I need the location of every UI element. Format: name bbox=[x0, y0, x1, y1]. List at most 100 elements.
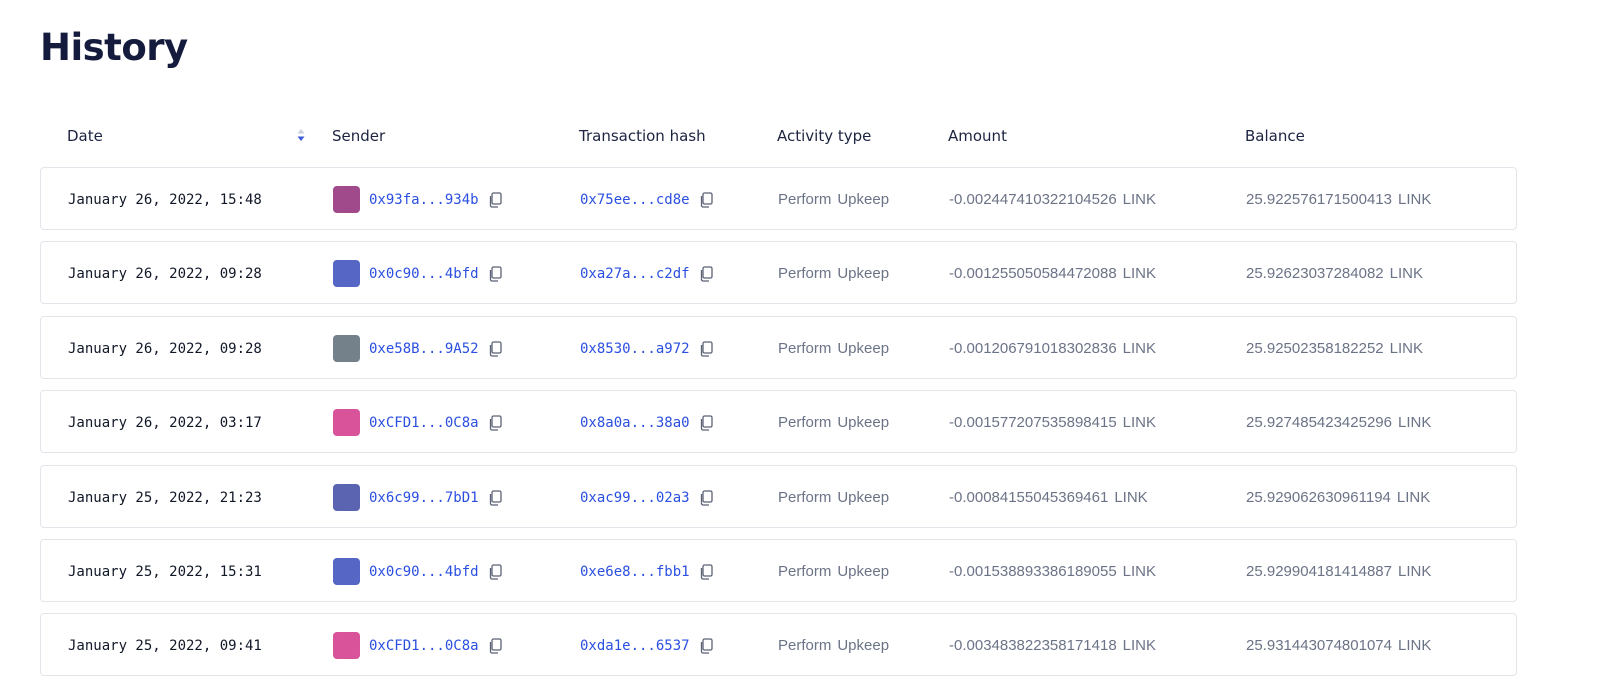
sender-cell: 0x6c99...7bD1 bbox=[333, 466, 502, 529]
amount-unit: LINK bbox=[1122, 414, 1157, 431]
copy-icon[interactable] bbox=[699, 265, 713, 282]
amount-value: -0.00084155045369461 bbox=[949, 489, 1109, 506]
sender-cell: 0x0c90...4bfd bbox=[333, 540, 502, 603]
copy-icon[interactable] bbox=[488, 414, 502, 431]
balance-value: 25.92502358182252 bbox=[1246, 340, 1384, 357]
amount-cell: -0.001538893386189055 LINK bbox=[949, 540, 1156, 603]
activity-type-word: Upkeep bbox=[837, 340, 890, 357]
sender-avatar bbox=[333, 409, 360, 436]
balance-cell: 25.92623037284082 LINK bbox=[1246, 242, 1423, 305]
table-row[interactable]: January 26, 2022, 15:48 0x93fa...934b 0x… bbox=[40, 167, 1517, 230]
page-title: History bbox=[40, 26, 188, 69]
transaction-hash-link[interactable]: 0xda1e...6537 bbox=[580, 638, 690, 654]
activity-type-cell: Perform Upkeep bbox=[778, 540, 889, 603]
transaction-hash-link[interactable]: 0x8a0a...38a0 bbox=[580, 415, 690, 431]
amount-unit: LINK bbox=[1114, 489, 1148, 506]
copy-icon[interactable] bbox=[488, 191, 502, 208]
copy-icon[interactable] bbox=[699, 637, 713, 654]
amount-unit: LINK bbox=[1122, 340, 1157, 357]
copy-icon[interactable] bbox=[488, 489, 502, 506]
activity-type-word: Perform bbox=[778, 637, 832, 654]
amount-value: -0.003483822358171418 bbox=[949, 637, 1117, 654]
balance-value: 25.922576171500413 bbox=[1246, 191, 1392, 208]
activity-type-cell: Perform Upkeep bbox=[778, 391, 889, 454]
copy-icon[interactable] bbox=[488, 637, 502, 654]
transaction-hash-link[interactable]: 0xa27a...c2df bbox=[580, 266, 690, 282]
sender-address-link[interactable]: 0x6c99...7bD1 bbox=[369, 490, 479, 506]
balance-cell: 25.92502358182252 LINK bbox=[1246, 317, 1423, 380]
amount-cell: -0.003483822358171418 LINK bbox=[949, 614, 1156, 677]
balance-unit: LINK bbox=[1398, 191, 1432, 208]
table-row[interactable]: January 25, 2022, 21:23 0x6c99...7bD1 0x… bbox=[40, 465, 1517, 528]
sender-address-link[interactable]: 0x93fa...934b bbox=[369, 192, 479, 208]
column-header-transaction-hash[interactable]: Transaction hash bbox=[579, 127, 706, 145]
copy-icon[interactable] bbox=[699, 191, 713, 208]
sender-cell: 0xCFD1...0C8a bbox=[333, 614, 502, 677]
activity-type-word: Perform bbox=[778, 563, 832, 580]
sender-address-link[interactable]: 0x0c90...4bfd bbox=[369, 266, 479, 282]
date-cell: January 25, 2022, 21:23 bbox=[68, 489, 262, 506]
copy-icon[interactable] bbox=[699, 489, 713, 506]
table-row[interactable]: January 26, 2022, 09:28 0x0c90...4bfd 0x… bbox=[40, 241, 1517, 304]
transaction-hash-cell: 0xa27a...c2df bbox=[580, 242, 713, 305]
transaction-hash-link[interactable]: 0xac99...02a3 bbox=[580, 490, 690, 506]
balance-unit: LINK bbox=[1389, 265, 1424, 282]
activity-type-cell: Perform Upkeep bbox=[778, 168, 889, 231]
activity-type-cell: Perform Upkeep bbox=[778, 317, 889, 380]
activity-type-word: Perform bbox=[778, 191, 832, 208]
amount-cell: -0.002447410322104526 LINK bbox=[949, 168, 1156, 231]
sender-avatar bbox=[333, 558, 360, 585]
balance-unit: LINK bbox=[1396, 489, 1431, 506]
balance-unit: LINK bbox=[1398, 637, 1432, 654]
column-header-date[interactable]: Date bbox=[67, 127, 103, 145]
sort-icon[interactable] bbox=[296, 128, 306, 142]
table-row[interactable]: January 26, 2022, 09:28 0xe58B...9A52 0x… bbox=[40, 316, 1517, 379]
transaction-hash-link[interactable]: 0xe6e8...fbb1 bbox=[580, 564, 690, 580]
activity-type-cell: Perform Upkeep bbox=[778, 242, 889, 305]
column-header-activity-type[interactable]: Activity type bbox=[777, 127, 871, 145]
transaction-hash-cell: 0xe6e8...fbb1 bbox=[580, 540, 713, 603]
copy-icon[interactable] bbox=[488, 265, 502, 282]
copy-icon[interactable] bbox=[699, 340, 713, 357]
activity-type-cell: Perform Upkeep bbox=[778, 614, 889, 677]
amount-cell: -0.001255050584472088 LINK bbox=[949, 242, 1156, 305]
table-row[interactable]: January 25, 2022, 15:31 0x0c90...4bfd 0x… bbox=[40, 539, 1517, 602]
transaction-hash-cell: 0x8a0a...38a0 bbox=[580, 391, 713, 454]
sender-address-link[interactable]: 0xCFD1...0C8a bbox=[369, 415, 479, 431]
activity-type-word: Upkeep bbox=[837, 265, 890, 282]
date-cell: January 25, 2022, 15:31 bbox=[68, 563, 262, 580]
table-header: Date Sender Transaction hash Activity ty… bbox=[40, 122, 1519, 152]
activity-type-word: Upkeep bbox=[837, 414, 890, 431]
balance-value: 25.92623037284082 bbox=[1246, 265, 1384, 282]
sender-address-link[interactable]: 0x0c90...4bfd bbox=[369, 564, 479, 580]
sender-address-link[interactable]: 0xCFD1...0C8a bbox=[369, 638, 479, 654]
balance-unit: LINK bbox=[1398, 563, 1432, 580]
transaction-hash-link[interactable]: 0x75ee...cd8e bbox=[580, 192, 690, 208]
copy-icon[interactable] bbox=[699, 563, 713, 580]
sender-cell: 0x93fa...934b bbox=[333, 168, 502, 231]
balance-cell: 25.929904181414887 LINK bbox=[1246, 540, 1431, 603]
activity-type-word: Perform bbox=[778, 414, 832, 431]
column-header-balance[interactable]: Balance bbox=[1245, 127, 1305, 145]
copy-icon[interactable] bbox=[699, 414, 713, 431]
amount-value: -0.001577207535898415 bbox=[949, 414, 1117, 431]
transaction-hash-cell: 0xda1e...6537 bbox=[580, 614, 713, 677]
table-row[interactable]: January 25, 2022, 09:41 0xCFD1...0C8a 0x… bbox=[40, 613, 1517, 676]
date-cell: January 26, 2022, 09:28 bbox=[68, 340, 262, 357]
transaction-hash-link[interactable]: 0x8530...a972 bbox=[580, 341, 690, 357]
column-header-amount[interactable]: Amount bbox=[948, 127, 1007, 145]
sender-avatar bbox=[333, 186, 360, 213]
balance-unit: LINK bbox=[1398, 414, 1432, 431]
sender-address-link[interactable]: 0xe58B...9A52 bbox=[369, 341, 479, 357]
copy-icon[interactable] bbox=[488, 563, 502, 580]
activity-type-cell: Perform Upkeep bbox=[778, 466, 889, 529]
amount-unit: LINK bbox=[1122, 265, 1157, 282]
amount-cell: -0.001206791018302836 LINK bbox=[949, 317, 1156, 380]
amount-value: -0.001206791018302836 bbox=[949, 340, 1117, 357]
copy-icon[interactable] bbox=[488, 340, 502, 357]
activity-type-word: Perform bbox=[778, 340, 832, 357]
table-row[interactable]: January 26, 2022, 03:17 0xCFD1...0C8a 0x… bbox=[40, 390, 1517, 453]
column-header-sender[interactable]: Sender bbox=[332, 127, 385, 145]
transaction-hash-cell: 0x8530...a972 bbox=[580, 317, 713, 380]
balance-value: 25.927485423425296 bbox=[1246, 414, 1392, 431]
